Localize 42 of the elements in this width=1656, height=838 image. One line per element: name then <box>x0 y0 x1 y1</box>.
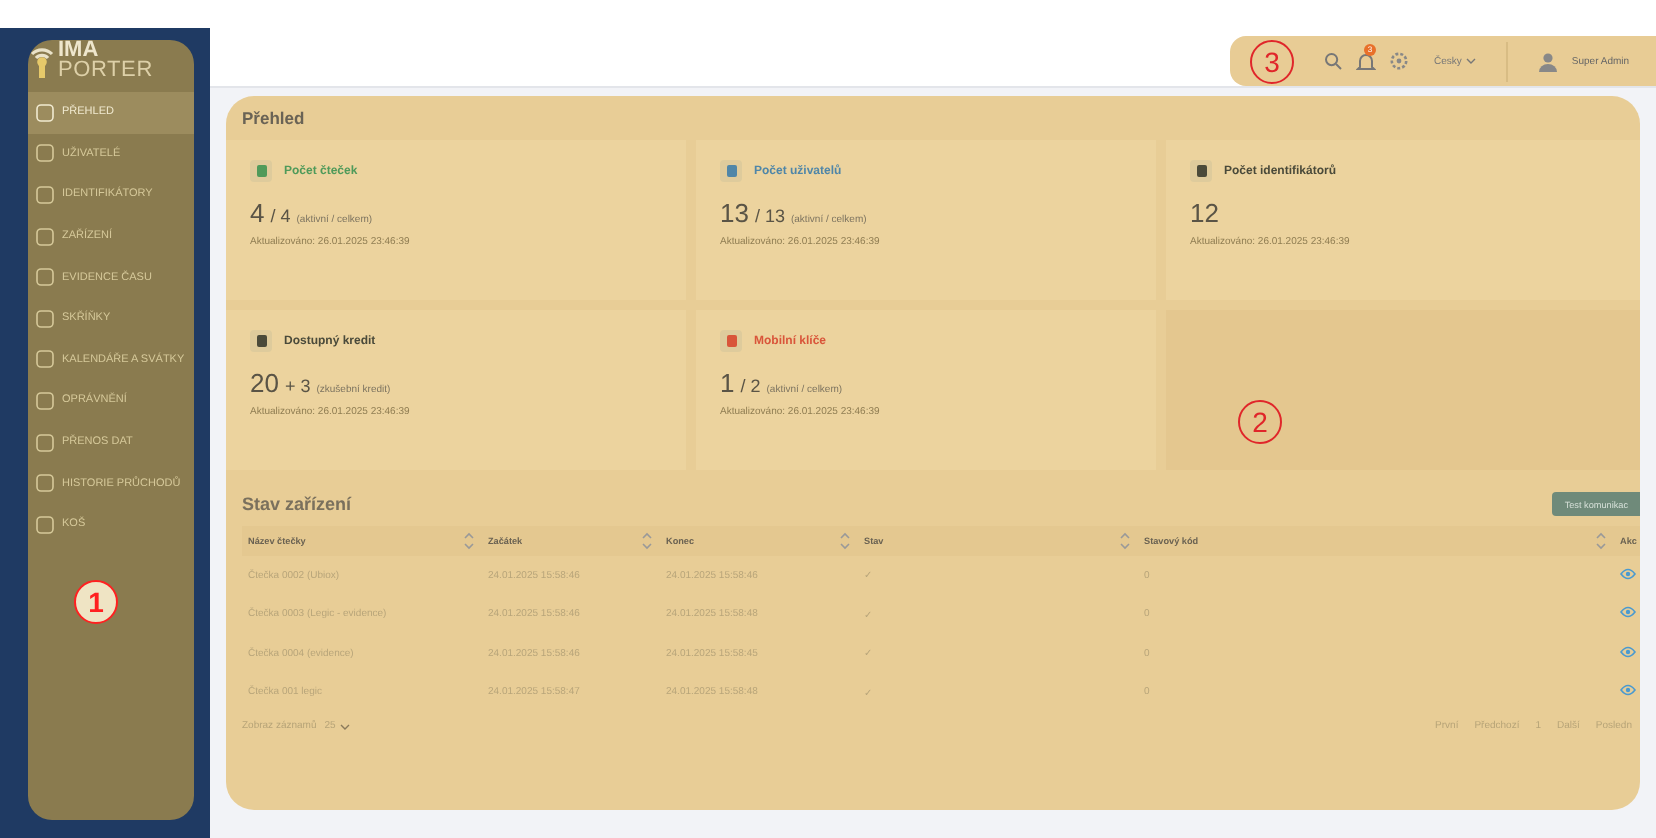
search-icon[interactable] <box>1324 52 1342 70</box>
chevron-down-icon <box>1465 58 1476 64</box>
stat-total: / 4 <box>270 206 291 226</box>
eye-icon[interactable] <box>1620 567 1636 580</box>
settings-icon[interactable] <box>1390 52 1408 70</box>
menu-item-icon <box>36 474 54 493</box>
annotation-number: 1 <box>74 580 118 624</box>
stat-value: 20 <box>250 368 279 398</box>
eye-icon[interactable] <box>1620 684 1636 697</box>
sort-icon[interactable] <box>1120 532 1130 550</box>
logo-subtext: PORTER <box>58 60 153 80</box>
menu-item-icon <box>36 268 54 287</box>
stat-total: + 3 <box>284 376 311 396</box>
menu-item-icon <box>36 350 54 369</box>
menu-item-icon <box>36 515 54 534</box>
menu-item-icon <box>36 185 54 204</box>
stat-total: / 13 <box>754 206 785 226</box>
eye-icon[interactable] <box>1620 606 1636 619</box>
chevron-down-icon <box>339 723 350 729</box>
page-title: Přehled <box>242 108 307 128</box>
logo-text: IMA <box>58 40 99 60</box>
section-title: Stav zařízení <box>242 494 352 514</box>
stat-value: 12 <box>1190 198 1219 228</box>
menu-item-icon <box>36 227 54 246</box>
stat-total: / 2 <box>740 376 761 396</box>
stat-value: 1 <box>720 368 735 398</box>
sort-icon[interactable] <box>840 532 850 550</box>
menu-item-icon <box>36 103 54 122</box>
stat-value: 4 <box>250 198 265 228</box>
menu-item-icon <box>36 391 54 410</box>
annotation-number: 3 <box>1250 39 1294 83</box>
menu-item-icon <box>36 309 54 328</box>
annotation-number: 2 <box>1238 400 1282 444</box>
sort-icon[interactable] <box>1596 532 1606 550</box>
bell-icon[interactable] <box>1356 51 1376 71</box>
sort-icon[interactable] <box>642 532 652 550</box>
sort-icon[interactable] <box>464 532 474 550</box>
stat-value: 13 <box>720 198 749 228</box>
menu-item-icon <box>36 433 54 452</box>
menu-item-icon <box>36 144 54 163</box>
eye-icon[interactable] <box>1620 645 1636 658</box>
user-avatar-icon <box>1537 51 1558 71</box>
